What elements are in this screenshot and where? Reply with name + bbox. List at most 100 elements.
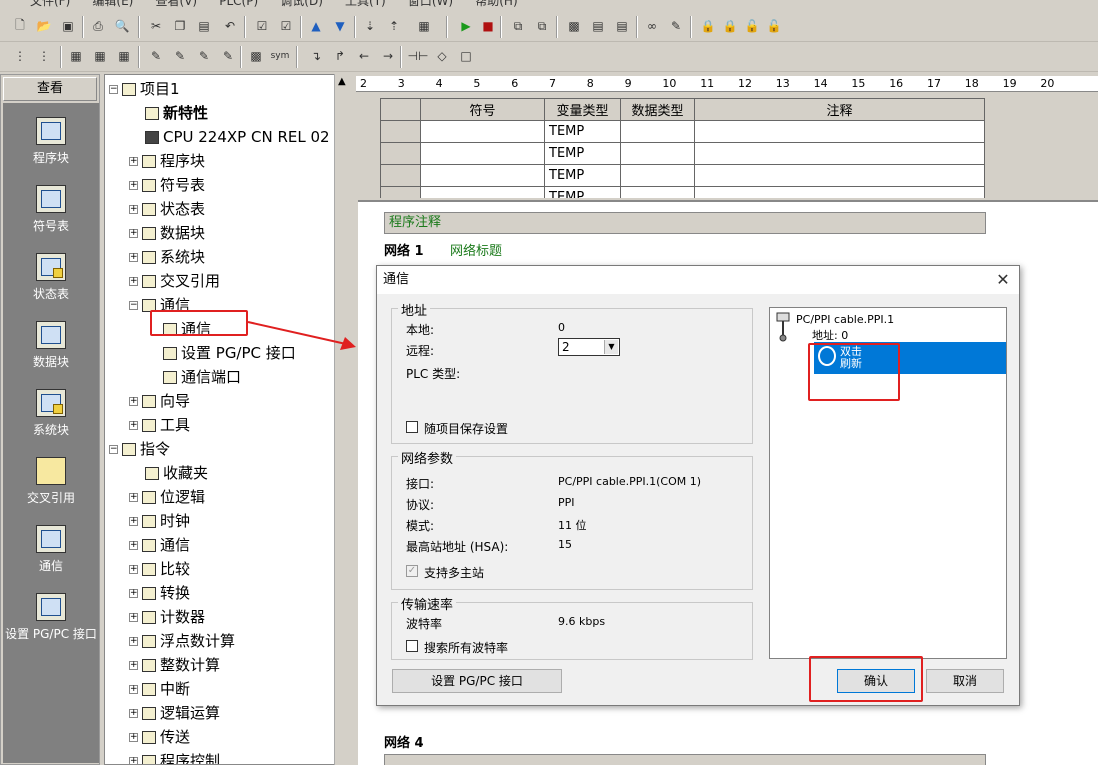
table-cell[interactable]: TEMP	[544, 186, 621, 198]
cut-icon[interactable]: ✂	[146, 16, 166, 36]
save-icon[interactable]: ▣	[58, 16, 78, 36]
write-all-icon[interactable]: ▤	[612, 16, 632, 36]
nav-system-block[interactable]: 系统块	[3, 389, 99, 438]
expand-icon[interactable]: +	[129, 181, 138, 190]
new-file-icon[interactable]: 🗋	[10, 16, 30, 36]
force-icon[interactable]: 🔓	[742, 16, 762, 36]
force-read-icon[interactable]: 🔓	[764, 16, 784, 36]
tree-system-block[interactable]: + 系统块	[129, 245, 205, 269]
search-all-baud-checkbox[interactable]	[406, 640, 418, 652]
tree-symbol-table[interactable]: + 符号表	[129, 173, 205, 197]
expand-icon[interactable]: +	[129, 421, 138, 430]
expand-icon[interactable]: +	[129, 277, 138, 286]
tree-int-math[interactable]: + 整数计算	[129, 653, 220, 677]
step-over-icon[interactable]: ⋮	[34, 46, 54, 66]
glasses-icon[interactable]: ∞	[642, 16, 662, 36]
sym-icon[interactable]: sym	[270, 46, 290, 66]
print-preview-icon[interactable]: 🔍	[112, 16, 132, 36]
grid3-icon[interactable]: ▦	[114, 46, 134, 66]
tree-interrupt[interactable]: + 中断	[129, 677, 190, 701]
table-cell[interactable]	[694, 164, 985, 187]
table-cell[interactable]	[420, 120, 545, 143]
tree-float-math[interactable]: + 浮点数计算	[129, 629, 235, 653]
tree-move[interactable]: + 传送	[129, 725, 190, 749]
expand-icon[interactable]: +	[129, 493, 138, 502]
tag3-icon[interactable]: ✎	[194, 46, 214, 66]
tree-program-block[interactable]: + 程序块	[129, 149, 205, 173]
line-up-icon[interactable]: ↱	[330, 46, 350, 66]
tree-convert[interactable]: + 转换	[129, 581, 190, 605]
tree-project-root[interactable]: − 项目1	[109, 77, 180, 101]
expand-icon[interactable]: +	[129, 589, 138, 598]
col-var-type[interactable]: 变量类型	[544, 98, 621, 121]
lock-icon[interactable]: 🔒	[698, 16, 718, 36]
table-cell[interactable]	[620, 164, 695, 187]
setup-pg-pc-button[interactable]: 设置 PG/PC 接口	[392, 669, 562, 693]
table-cell[interactable]	[694, 120, 985, 143]
expand-icon[interactable]: +	[129, 733, 138, 742]
coil-icon[interactable]: ◇	[432, 46, 452, 66]
tree-counter[interactable]: + 计数器	[129, 605, 205, 629]
tree-clock[interactable]: + 时钟	[129, 509, 190, 533]
chart-status-icon[interactable]: ▩	[564, 16, 584, 36]
box-icon[interactable]: □	[456, 46, 476, 66]
download-icon[interactable]: ▼	[330, 16, 350, 36]
open-folder-icon[interactable]: 📂	[34, 16, 54, 36]
nav-cross-reference[interactable]: 交叉引用	[3, 457, 99, 506]
grid2-icon[interactable]: ▦	[90, 46, 110, 66]
symbol-table-icon[interactable]: ▩	[246, 46, 266, 66]
print-icon[interactable]: ⎙	[88, 16, 108, 36]
single-read-icon[interactable]: ▤	[588, 16, 608, 36]
nav-status-table[interactable]: 状态表	[3, 253, 99, 302]
stop-icon[interactable]: ■	[478, 16, 498, 36]
table-cell[interactable]	[620, 120, 695, 143]
chevron-down-icon[interactable]: ▼	[604, 340, 618, 354]
nav-program-block[interactable]: 程序块	[3, 117, 99, 166]
cancel-button[interactable]: 取消	[926, 669, 1004, 693]
nav-symbol-table[interactable]: 符号表	[3, 185, 99, 234]
expand-icon[interactable]: +	[129, 253, 138, 262]
tree-comm-port[interactable]: 通信端口	[163, 365, 241, 389]
undo-icon[interactable]: ↶	[220, 16, 240, 36]
compile-all-icon[interactable]: ☑	[276, 16, 296, 36]
network-1-title[interactable]: 网络标题	[450, 240, 502, 259]
menu-view[interactable]: 查看(V)	[156, 0, 198, 8]
scroll-up-icon[interactable]: ▲	[338, 76, 346, 87]
table-cell[interactable]	[420, 186, 545, 198]
table-cell[interactable]	[694, 186, 985, 198]
save-with-project-checkbox[interactable]	[406, 421, 418, 433]
menu-tools[interactable]: 工具(T)	[345, 0, 386, 8]
expand-icon[interactable]: +	[129, 565, 138, 574]
tree-compare[interactable]: + 比较	[129, 557, 190, 581]
grid-icon[interactable]: ▦	[66, 46, 86, 66]
menu-help[interactable]: 帮助(H)	[475, 0, 517, 8]
tree-program-control[interactable]: + 程序控制	[129, 749, 220, 764]
device-name[interactable]: PC/PPI cable.PPI.1	[796, 314, 894, 326]
tag2-icon[interactable]: ✎	[170, 46, 190, 66]
tree-scrollbar[interactable]: ▲	[334, 74, 352, 765]
tree-instructions[interactable]: − 指令	[109, 437, 170, 461]
tree-bit-logic[interactable]: + 位逻辑	[129, 485, 205, 509]
sort-asc-icon[interactable]: ⇣	[360, 16, 380, 36]
unlock-icon[interactable]: 🔒	[720, 16, 740, 36]
expand-icon[interactable]: +	[129, 205, 138, 214]
menu-edit[interactable]: 编辑(E)	[92, 0, 133, 8]
col-data-type[interactable]: 数据类型	[620, 98, 695, 121]
tree-logic-ops[interactable]: + 逻辑运算	[129, 701, 220, 725]
expand-icon[interactable]: +	[129, 709, 138, 718]
expand-icon[interactable]: +	[129, 229, 138, 238]
program-status-icon[interactable]: ⧉	[508, 16, 528, 36]
line-left-icon[interactable]: ←	[354, 46, 374, 66]
tree-cross-reference[interactable]: + 交叉引用	[129, 269, 220, 293]
program-comment[interactable]: 程序注释	[384, 212, 986, 234]
tree-wizard[interactable]: + 向导	[129, 389, 190, 413]
table-cell[interactable]: TEMP	[544, 164, 621, 187]
expand-icon[interactable]: +	[129, 517, 138, 526]
table-cell[interactable]	[620, 142, 695, 165]
sort-desc-icon[interactable]: ⇡	[384, 16, 404, 36]
menu-debug[interactable]: 调试(D)	[280, 0, 323, 8]
expand-icon[interactable]: +	[129, 685, 138, 694]
tree-data-block[interactable]: + 数据块	[129, 221, 205, 245]
nav-set-pg-pc[interactable]: 设置 PG/PC 接口	[3, 593, 99, 642]
close-icon[interactable]: ✕	[993, 270, 1013, 290]
